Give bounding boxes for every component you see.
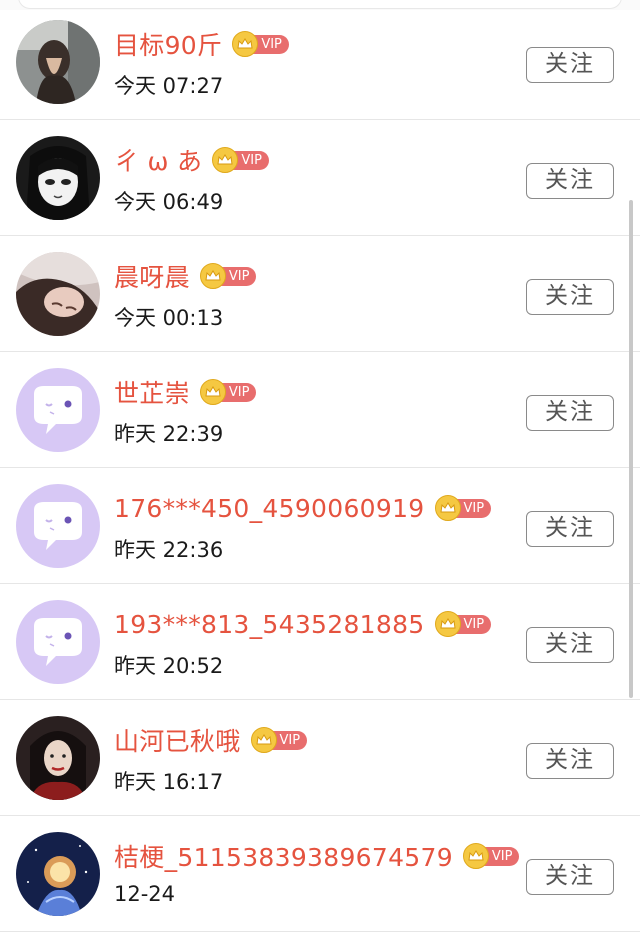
follower-list: 目标90斤 VIP 今天 07:27 关注 ㄔ ω あ [0,4,640,932]
avatar[interactable] [16,136,100,220]
follow-button[interactable]: 关注 [526,279,614,315]
list-item[interactable]: 山河已秋哦 VIP 昨天 16:17 关注 [0,700,640,816]
username[interactable]: 176***450_4590060919 [114,494,425,523]
follow-time: 昨天 20:52 [114,650,223,680]
vip-badge: VIP [435,497,492,519]
follow-button[interactable]: 关注 [526,743,614,779]
crown-icon [435,611,461,637]
crown-icon [200,263,226,289]
list-item[interactable]: 桔梗_51153839389674579 VIP 12-24 关注 [0,816,640,932]
follow-time: 昨天 16:17 [114,766,223,796]
follow-time: 今天 06:49 [114,186,223,216]
avatar[interactable] [16,484,100,568]
follow-time: 今天 07:27 [114,70,223,100]
crown-icon [435,495,461,521]
list-item[interactable]: ㄔ ω あ VIP 今天 06:49 关注 [0,120,640,236]
follow-button[interactable]: 关注 [526,163,614,199]
crown-icon [200,379,226,405]
username[interactable]: 山河已秋哦 [114,722,241,758]
vip-badge: VIP [200,265,257,287]
follow-time: 昨天 22:36 [114,534,223,564]
list-item[interactable]: 晨呀晨 VIP 今天 00:13 关注 [0,236,640,352]
follow-time: 昨天 22:39 [114,418,223,448]
vip-badge: VIP [200,381,257,403]
vip-badge: VIP [435,613,492,635]
list-item[interactable]: 176***450_4590060919 VIP 昨天 22:36 关注 [0,468,640,584]
list-item[interactable]: 世芷崇 VIP 昨天 22:39 关注 [0,352,640,468]
vip-badge: VIP [463,845,520,867]
username[interactable]: 桔梗_51153839389674579 [114,838,453,874]
username[interactable]: ㄔ ω あ [114,142,202,178]
list-item[interactable]: 目标90斤 VIP 今天 07:27 关注 [0,4,640,120]
vip-badge: VIP [251,729,308,751]
avatar[interactable] [16,252,100,336]
follow-button[interactable]: 关注 [526,859,614,895]
follow-time: 今天 00:13 [114,302,223,332]
crown-icon [463,843,489,869]
crown-icon [251,727,277,753]
list-item[interactable]: 193***813_5435281885 VIP 昨天 20:52 关注 [0,584,640,700]
follow-button[interactable]: 关注 [526,395,614,431]
username[interactable]: 目标90斤 [114,26,222,62]
avatar[interactable] [16,368,100,452]
username[interactable]: 晨呀晨 [114,258,190,294]
vip-badge: VIP [232,33,289,55]
username[interactable]: 世芷崇 [114,374,190,410]
follow-button[interactable]: 关注 [526,47,614,83]
avatar[interactable] [16,600,100,684]
follow-time: 12-24 [114,882,175,906]
avatar[interactable] [16,716,100,800]
avatar[interactable] [16,832,100,916]
vip-badge: VIP [212,149,269,171]
follow-button[interactable]: 关注 [526,627,614,663]
username[interactable]: 193***813_5435281885 [114,610,425,639]
follow-button[interactable]: 关注 [526,511,614,547]
scrollbar[interactable] [629,200,633,698]
avatar[interactable] [16,20,100,104]
